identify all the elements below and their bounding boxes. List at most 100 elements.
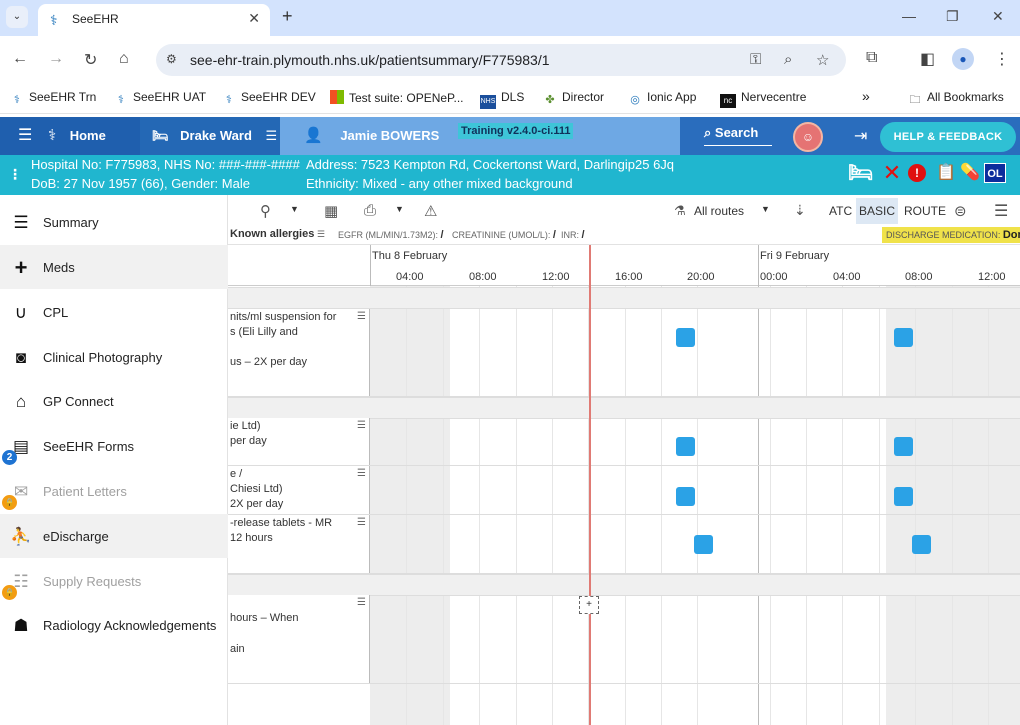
home-icon[interactable]: ⌂ [119,50,129,68]
site-info-icon[interactable]: ⚙ [166,52,182,68]
ward-nav[interactable]: 🛏 Drake Ward ☰ [140,117,280,155]
all-bookmarks[interactable]: 🗀 All Bookmarks [908,90,1004,107]
medication-description[interactable]: hours – When ain ☰ [228,595,370,683]
pill-icon[interactable]: 💊 [958,160,982,186]
chevron-down-icon[interactable]: ▼ [290,204,299,214]
alert-icon[interactable]: ! [908,164,926,182]
medication-row[interactable]: hours – When ain ☰ [228,595,1020,684]
bookmark-seeehr-dev[interactable]: ⚕ SeeEHR DEV [222,90,316,107]
medication-description[interactable]: e / Chiesi Ltd) 2X per day ☰ [228,466,370,514]
restore-icon[interactable]: ❐ [946,8,959,25]
side-panel-icon[interactable]: ◧ [920,49,935,69]
browser-menu-icon[interactable]: ⋮ [994,49,1010,69]
menu-lines-icon[interactable]: ☰ [994,201,1008,221]
order-set-icon[interactable]: ▦ [324,202,338,220]
chevron-down-icon[interactable]: ▼ [761,204,770,214]
menu-item-meds[interactable]: + Meds [0,245,228,289]
tab-search-button[interactable]: ⌄ [6,6,28,28]
row-menu-icon[interactable]: ☰ [357,517,366,528]
menu-item-patient-letters[interactable]: ✉ 🔒 Patient Letters [0,469,228,513]
minimize-icon[interactable]: — [902,8,916,24]
menu-item-cpl[interactable]: ∪ CPL [0,290,228,334]
ol-badge[interactable]: OL [984,163,1006,183]
bookmark-director[interactable]: ✤ Director [543,90,604,107]
extensions-icon[interactable]: ⧉ [866,49,877,67]
menu-item-gp-connect[interactable]: ⌂ GP Connect [0,379,228,423]
medication-row[interactable]: nits/ml suspension for s (Eli Lilly and … [228,309,1020,397]
url-text[interactable]: see-ehr-train.plymouth.nhs.uk/patientsum… [190,52,550,68]
chevron-down-icon[interactable]: ▼ [395,204,404,214]
discharge-medication-status[interactable]: DISCHARGE MEDICATION: Done [882,227,1020,243]
warning-icon[interactable]: ⚠ [424,202,437,220]
add-medication-icon[interactable]: ⚲ [260,202,271,220]
profile-avatar-icon[interactable]: ● [952,48,974,70]
menu-item-seeehr-forms[interactable]: ▤ 2 SeeEHR Forms [0,424,228,468]
menu-item-supply-requests[interactable]: ☷ 🔒 Supply Requests [0,559,228,603]
bookmark-test-suite[interactable]: Test suite: OPENeP... [330,90,464,105]
home-nav[interactable]: ☰ ⚕ Home [0,117,140,155]
dose-marker[interactable] [912,535,931,554]
sort-icon[interactable]: ⇣ [794,202,806,219]
back-icon[interactable]: ← [12,50,28,68]
patient-ethnicity: Ethnicity: Mixed - any other mixed backg… [306,176,573,191]
dose-marker[interactable] [894,437,913,456]
logout-icon[interactable]: ⇥ [854,126,867,146]
row-menu-icon[interactable]: ☰ [357,468,366,479]
row-menu-icon[interactable]: ☰ [357,311,366,322]
route-view-button[interactable]: ROUTE [904,204,946,218]
resus-status-icon[interactable]: ✕ [880,160,904,186]
menu-item-edischarge[interactable]: ⛹ eDischarge [0,514,228,558]
user-avatar[interactable]: ☺ [793,122,823,152]
dose-marker[interactable] [694,535,713,554]
atc-view-button[interactable]: ATC [829,204,852,218]
medication-description[interactable]: ie Ltd) per day ☰ [228,418,370,465]
dose-marker[interactable] [676,437,695,456]
browser-tab[interactable]: ⚕ SeeEHR ✕ [38,4,270,36]
new-tab-button[interactable]: + [282,6,293,27]
row-menu-icon[interactable]: ☰ [357,597,366,608]
menu-item-radiology-acknowledgements[interactable]: ☗ Radiology Acknowledgements [0,603,228,647]
dose-marker[interactable] [894,328,913,347]
zoom-icon[interactable]: ⌕ [784,51,792,68]
add-dose-button[interactable]: + [579,596,599,614]
clipboard-icon[interactable]: 📋 [934,160,958,186]
medication-description[interactable]: nits/ml suspension for s (Eli Lilly and … [228,309,370,396]
dose-marker[interactable] [676,487,695,506]
menu-label: Clinical Photography [43,350,163,365]
bookmark-seeehr-trn[interactable]: ⚕ SeeEHR Trn [10,90,96,107]
bookmark-star-icon[interactable]: ☆ [816,51,829,69]
search-button[interactable]: ⌕ Search [704,124,772,146]
all-routes-select[interactable]: All routes [694,204,744,218]
key-icon[interactable]: ⚿ [750,51,761,68]
browser-tabstrip: ⌄ ⚕ SeeEHR ✕ + — ❐ ✕ [0,0,1020,36]
bookmark-nervecentre[interactable]: nc Nervecentre [720,90,806,108]
tab-close-icon[interactable]: ✕ [248,10,260,27]
bed-status-icon[interactable]: 🛏 [848,160,873,186]
basic-view-button[interactable]: BASIC [856,198,898,224]
address-bar[interactable]: ⚙ see-ehr-train.plymouth.nhs.uk/patients… [156,44,846,76]
known-allergies-label: Known allergies [230,228,315,240]
print-icon[interactable]: ⎙ [364,202,376,219]
medication-description[interactable]: -release tablets - MR 12 hours ☰ [228,515,370,573]
group-view-icon[interactable]: ⊜ [954,202,967,220]
dose-marker[interactable] [676,328,695,347]
hamburger-icon[interactable]: ☰ [18,117,32,155]
med-text: per day [230,435,267,447]
medication-row[interactable]: -release tablets - MR 12 hours ☰ [228,515,1020,574]
reload-icon[interactable]: ↻ [84,50,97,70]
bookmark-seeehr-uat[interactable]: ⚕ SeeEHR UAT [114,90,206,107]
known-allergies[interactable]: Known allergies ☰ [230,228,325,240]
ward-menu-icon[interactable]: ☰ [266,128,278,143]
more-bookmarks-icon[interactable]: » [862,88,870,104]
menu-item-summary[interactable]: ☰ Summary [0,200,228,244]
close-window-icon[interactable]: ✕ [992,8,1004,25]
menu-item-clinical-photography[interactable]: ◙ Clinical Photography [0,335,228,379]
banner-menu-icon[interactable]: ⋮ [8,166,22,183]
help-feedback-button[interactable]: HELP & FEEDBACK [880,122,1016,152]
dose-marker[interactable] [894,487,913,506]
forward-icon[interactable]: → [48,50,64,68]
bookmark-ionic-app[interactable]: ◎ Ionic App [628,90,696,107]
menu-label: Patient Letters [43,484,127,499]
bookmark-dls[interactable]: NHS DLS [480,90,524,109]
row-menu-icon[interactable]: ☰ [357,420,366,431]
